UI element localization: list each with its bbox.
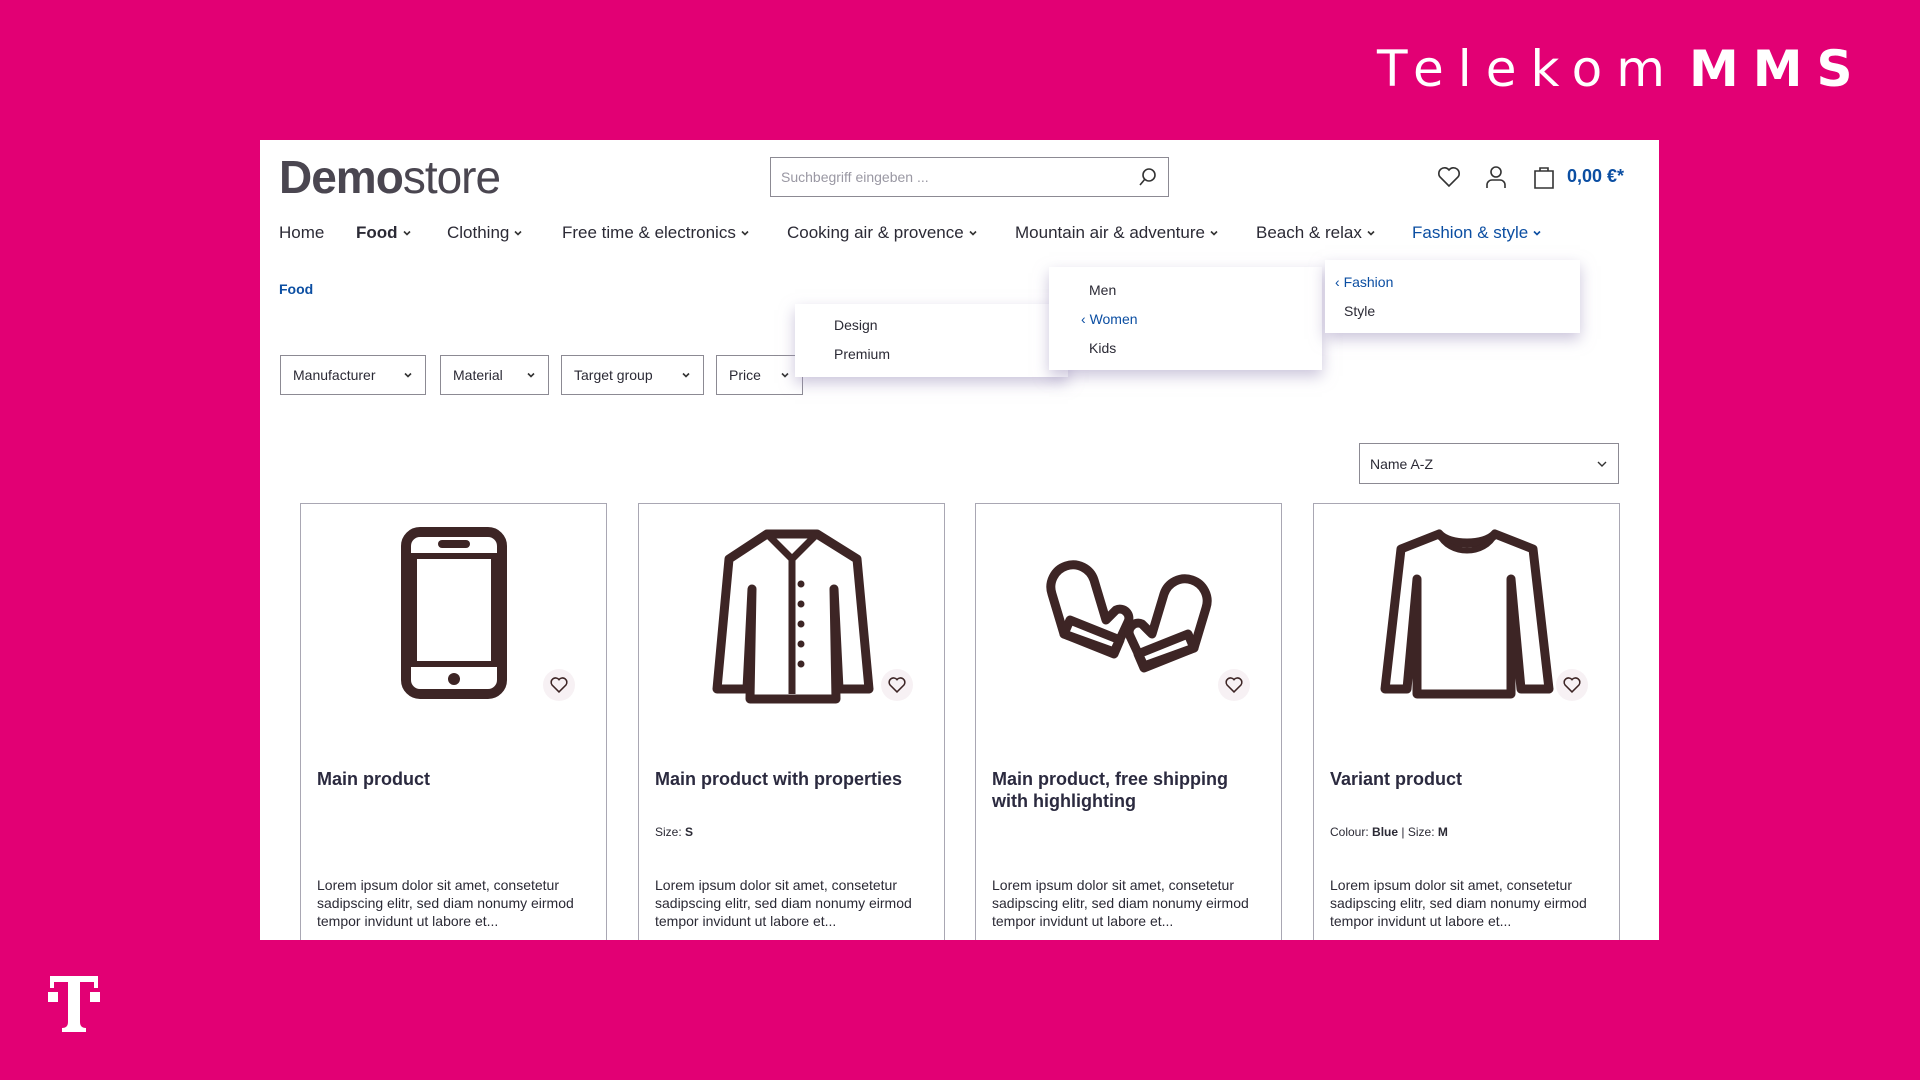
heart-icon bbox=[1563, 677, 1581, 694]
chevron-left-icon: ‹ bbox=[1335, 274, 1344, 290]
submenu-level2: Men ‹ Women Kids bbox=[1049, 267, 1322, 370]
product-card[interactable]: Variant product Colour: Blue | Size: M L… bbox=[1313, 503, 1620, 940]
product-description: Lorem ipsum dolor sit amet, consetetur s… bbox=[1330, 877, 1587, 929]
chevron-down-icon bbox=[781, 372, 789, 378]
nav-item[interactable]: Clothing bbox=[447, 223, 523, 243]
chevron-down-icon bbox=[404, 372, 412, 378]
product-description: Lorem ipsum dolor sit amet, consetetur s… bbox=[317, 877, 574, 929]
telekom-mms-logo: Telekom MMS bbox=[1377, 40, 1867, 98]
product-card[interactable]: Main product with properties Size: S Lor… bbox=[638, 503, 945, 940]
heart-icon bbox=[1225, 677, 1243, 694]
chevron-down-icon bbox=[1597, 461, 1607, 467]
cart-total[interactable]: 0,00 €* bbox=[1567, 166, 1624, 187]
wishlist-button[interactable] bbox=[1556, 669, 1588, 701]
chevron-down-icon bbox=[741, 230, 749, 236]
product-card[interactable]: Main product, free shipping with highlig… bbox=[975, 503, 1282, 940]
product-properties: Colour: Blue | Size: M bbox=[1330, 825, 1448, 839]
chevron-down-icon bbox=[514, 230, 522, 236]
cart-bag-icon[interactable] bbox=[1531, 164, 1557, 190]
product-title[interactable]: Main product bbox=[317, 768, 592, 790]
product-description: Lorem ipsum dolor sit amet, consetetur s… bbox=[655, 877, 912, 929]
breadcrumb[interactable]: Food bbox=[279, 281, 313, 297]
heart-icon bbox=[550, 677, 568, 694]
telekom-t-logo bbox=[48, 976, 100, 1032]
product-title[interactable]: Variant product bbox=[1330, 768, 1605, 790]
nav-item[interactable]: Free time & electronics bbox=[562, 223, 750, 243]
nav-item[interactable]: Fashion & style bbox=[1412, 223, 1542, 243]
chevron-down-icon bbox=[682, 372, 690, 378]
menu-item-kids[interactable]: Kids bbox=[1089, 340, 1116, 356]
product-properties: Size: S bbox=[655, 825, 694, 839]
wishlist-button[interactable] bbox=[1218, 669, 1250, 701]
wishlist-heart-icon[interactable] bbox=[1436, 164, 1462, 190]
heart-icon bbox=[888, 677, 906, 694]
sort-select[interactable]: Name A-Z bbox=[1359, 443, 1619, 484]
nav-item[interactable]: Cooking air & provence bbox=[787, 223, 978, 243]
submenu-level3: Design Premium bbox=[795, 304, 1068, 377]
menu-item-women[interactable]: ‹ Women bbox=[1081, 311, 1138, 327]
nav-item[interactable]: Beach & relax bbox=[1256, 223, 1376, 243]
menu-item-men[interactable]: Men bbox=[1089, 282, 1116, 298]
demostore-logo[interactable]: Demostore bbox=[279, 150, 501, 204]
chevron-down-icon bbox=[402, 230, 411, 236]
product-description: Lorem ipsum dolor sit amet, consetetur s… bbox=[992, 877, 1249, 929]
menu-item-design[interactable]: Design bbox=[834, 317, 878, 333]
menu-item-premium[interactable]: Premium bbox=[834, 346, 890, 362]
submenu-level1: ‹ Fashion Style bbox=[1325, 260, 1580, 333]
chevron-down-icon bbox=[969, 230, 977, 236]
search-icon[interactable] bbox=[1138, 167, 1158, 187]
chevron-down-icon bbox=[1533, 230, 1541, 236]
filter-dropdown[interactable]: Manufacturer bbox=[280, 355, 426, 395]
product-card[interactable]: Main product Lorem ipsum dolor sit amet,… bbox=[300, 503, 607, 940]
menu-item-fashion[interactable]: ‹ Fashion bbox=[1335, 274, 1393, 290]
wishlist-button[interactable] bbox=[881, 669, 913, 701]
filter-dropdown[interactable]: Price bbox=[716, 355, 803, 395]
nav-item[interactable]: Food bbox=[356, 223, 412, 243]
chevron-left-icon: ‹ bbox=[1081, 311, 1090, 327]
product-title[interactable]: Main product, free shipping with highlig… bbox=[992, 768, 1267, 812]
wishlist-button[interactable] bbox=[543, 669, 575, 701]
product-title[interactable]: Main product with properties bbox=[655, 768, 930, 790]
chevron-down-icon bbox=[1210, 230, 1218, 236]
nav-item[interactable]: Mountain air & adventure bbox=[1015, 223, 1219, 243]
filter-dropdown[interactable]: Material bbox=[440, 355, 549, 395]
search-box bbox=[770, 157, 1169, 197]
chevron-down-icon bbox=[527, 372, 535, 378]
search-input[interactable] bbox=[781, 169, 1138, 185]
nav-item[interactable]: Home bbox=[279, 223, 324, 243]
menu-item-style[interactable]: Style bbox=[1344, 303, 1375, 319]
store-window: Demostore 0,00 €* Home Food Clothing Free t… bbox=[260, 140, 1659, 940]
chevron-down-icon bbox=[1367, 230, 1375, 236]
filter-dropdown[interactable]: Target group bbox=[561, 355, 704, 395]
account-user-icon[interactable] bbox=[1483, 164, 1509, 190]
